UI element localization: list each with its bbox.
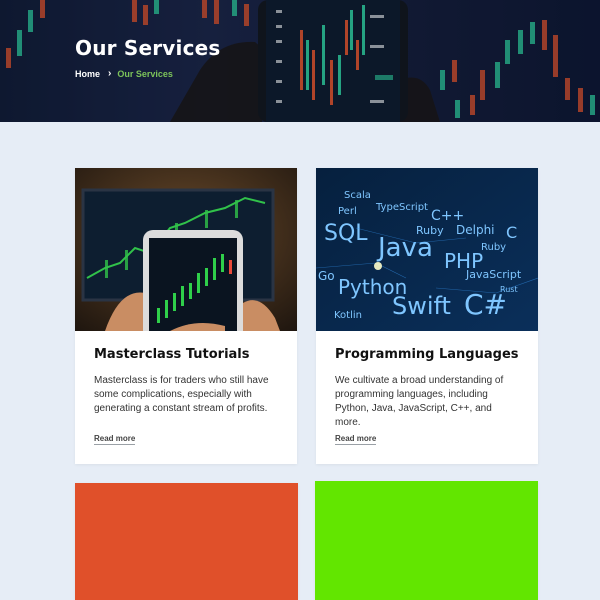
page-title: Our Services: [75, 36, 221, 60]
word-java: Java: [376, 233, 433, 263]
service-card-masterclass: Masterclass Tutorials Masterclass is for…: [75, 168, 297, 464]
word-cpp: C++: [431, 208, 464, 224]
chevron-right-icon: ›: [108, 68, 112, 79]
card-title: Programming Languages: [335, 347, 519, 362]
word-kotlin: Kotlin: [334, 310, 362, 321]
card-title: Masterclass Tutorials: [94, 347, 250, 362]
word-ruby-2: Ruby: [481, 242, 506, 253]
word-delphi: Delphi: [456, 223, 495, 237]
service-card-green-placeholder: [315, 481, 538, 600]
trading-app-on-phone-image: [75, 168, 297, 331]
word-swift: Swift: [392, 292, 451, 320]
breadcrumb-home-link[interactable]: Home: [75, 69, 100, 79]
word-javascript: JavaScript: [465, 268, 522, 281]
word-c: C: [506, 223, 517, 242]
breadcrumb: Home › Our Services: [75, 68, 173, 79]
word-go: Go: [318, 269, 335, 283]
word-ruby-1: Ruby: [416, 224, 444, 237]
card-description: Masterclass is for traders who still hav…: [94, 375, 269, 414]
card-description: We cultivate a broad understanding of pr…: [335, 375, 504, 428]
read-more-link[interactable]: Read more: [94, 434, 136, 445]
word-sql: SQL: [324, 221, 368, 246]
word-scala: Scala: [344, 190, 371, 201]
read-more-link[interactable]: Read more: [335, 434, 377, 445]
service-card-programming: Scala TypeScript Perl C++ SQL Java Ruby …: [316, 168, 538, 464]
hero-stock-chart-background: [0, 0, 600, 122]
programming-languages-code-image: Scala TypeScript Perl C++ SQL Java Ruby …: [316, 168, 538, 331]
word-perl: Perl: [338, 206, 357, 217]
breadcrumb-current: Our Services: [117, 68, 173, 79]
service-card-orange-placeholder: [75, 483, 298, 600]
word-typescript: TypeScript: [375, 202, 428, 213]
page-hero: Our Services Home › Our Services: [0, 0, 600, 122]
